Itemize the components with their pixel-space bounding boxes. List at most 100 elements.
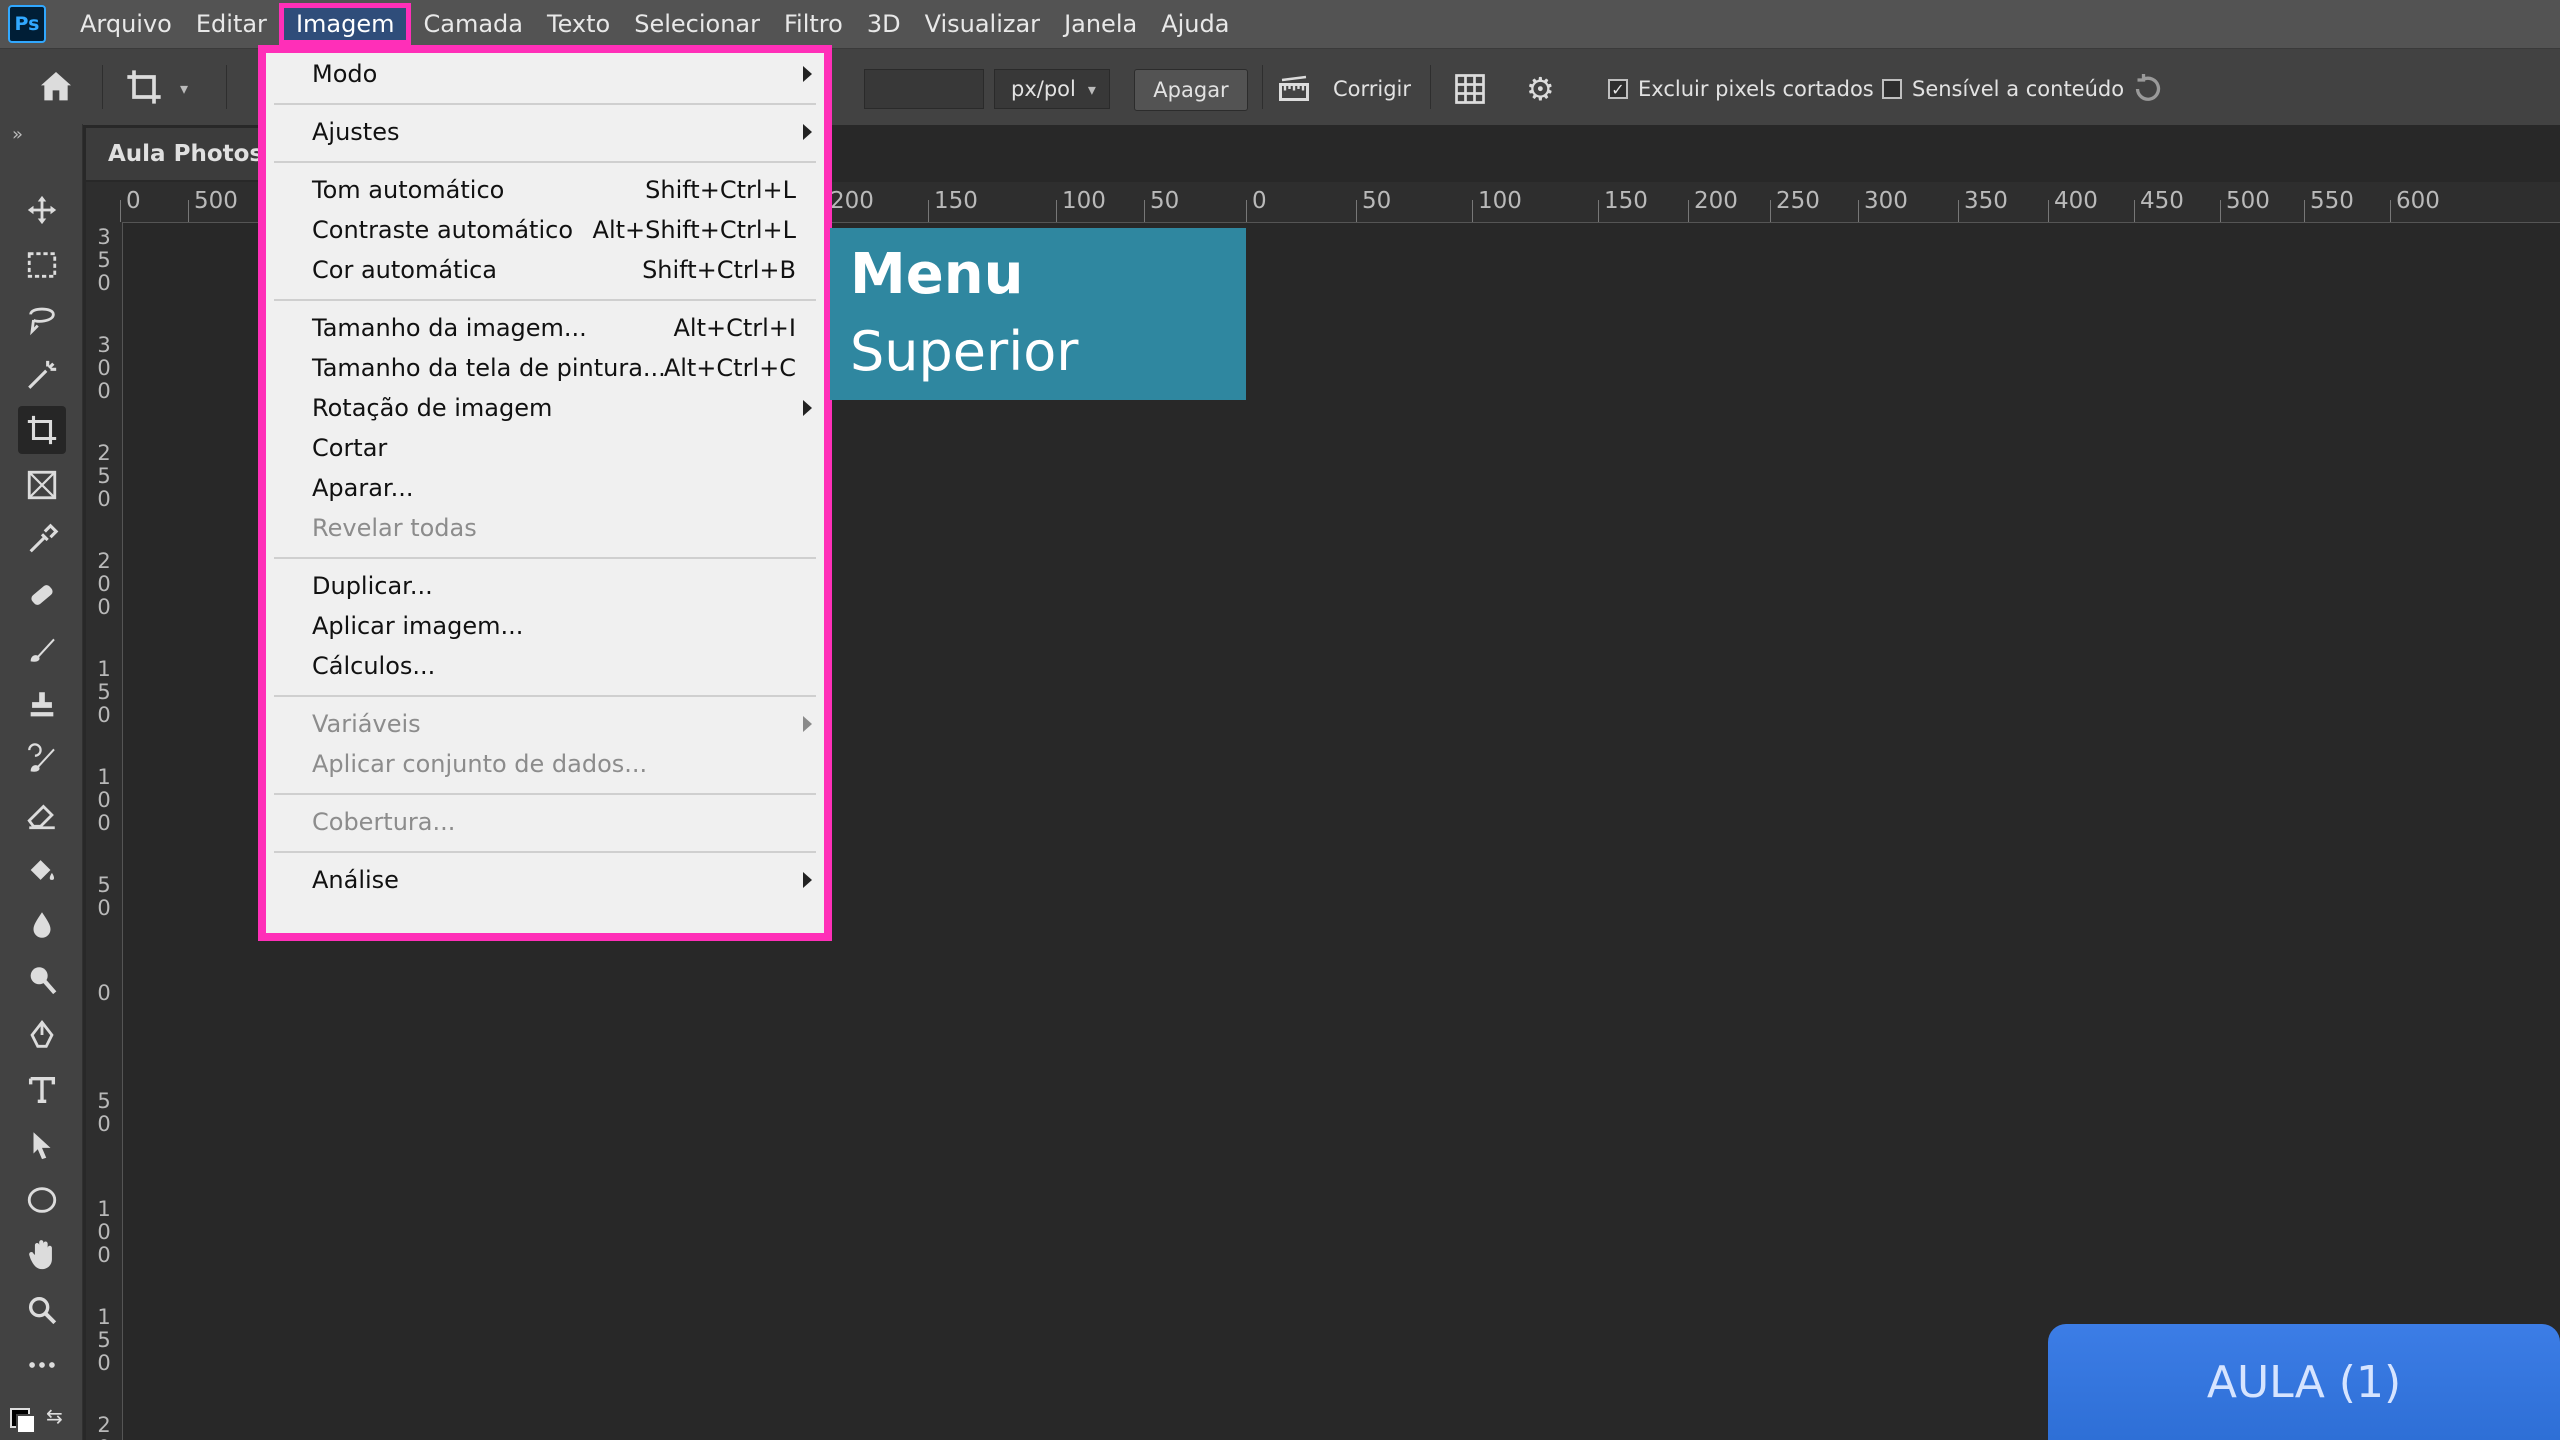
hand-icon[interactable] bbox=[18, 1231, 66, 1279]
history-brush-icon[interactable] bbox=[18, 736, 66, 784]
menu-item[interactable]: Cortar bbox=[266, 429, 824, 467]
menu-item[interactable]: Análise bbox=[266, 861, 824, 899]
move-icon[interactable] bbox=[18, 186, 66, 234]
crop-icon[interactable] bbox=[18, 406, 66, 454]
menu-item[interactable]: Ajustes bbox=[266, 113, 824, 151]
menu-item[interactable]: Cor automática Shift+Ctrl+B bbox=[266, 251, 824, 289]
menu-item[interactable]: Aplicar imagem... bbox=[266, 607, 824, 645]
ruler-label: 400 bbox=[2054, 188, 2098, 214]
clear-button[interactable]: Apagar bbox=[1134, 69, 1248, 111]
menu-arquivo[interactable]: Arquivo bbox=[68, 3, 184, 45]
background-color-swatch[interactable] bbox=[16, 1414, 36, 1434]
menu-item-shortcut: Alt+Shift+Ctrl+L bbox=[592, 216, 796, 244]
content-aware-checkbox[interactable]: Sensível a conteúdo bbox=[1882, 69, 2124, 109]
ruler-label: 1 0 0 bbox=[97, 765, 111, 835]
menu-item-label: Aparar... bbox=[312, 474, 414, 502]
pen-icon[interactable] bbox=[18, 1011, 66, 1059]
menu-visualizar[interactable]: Visualizar bbox=[913, 3, 1053, 45]
path-selection-icon[interactable] bbox=[18, 1121, 66, 1169]
submenu-arrow-icon bbox=[803, 400, 812, 416]
ruler-tick bbox=[1770, 200, 1771, 222]
menu-separator bbox=[274, 161, 816, 163]
menu-item-label: Cobertura... bbox=[312, 808, 456, 836]
menu-ajuda[interactable]: Ajuda bbox=[1149, 3, 1241, 45]
swap-colors-icon[interactable]: ⇆ bbox=[46, 1404, 63, 1428]
eraser-icon[interactable] bbox=[18, 791, 66, 839]
menu-item[interactable]: Tamanho da tela de pintura... Alt+Ctrl+C bbox=[266, 349, 824, 387]
menu-item[interactable]: Tamanho da imagem... Alt+Ctrl+I bbox=[266, 309, 824, 347]
menu-items: Arquivo Editar Imagem Camada Texto Selecionar… bbox=[68, 3, 1241, 45]
zoom-icon[interactable] bbox=[18, 1286, 66, 1334]
photoshop-logo[interactable]: Ps bbox=[8, 5, 46, 43]
ruler-tick bbox=[2390, 200, 2391, 222]
type-icon[interactable] bbox=[18, 1066, 66, 1114]
delete-cropped-pixels-checkbox[interactable]: ✓ Excluir pixels cortados bbox=[1608, 69, 1874, 109]
ruler-label: 1 5 0 bbox=[97, 657, 111, 727]
menu-3d[interactable]: 3D bbox=[855, 3, 913, 45]
menu-item-shortcut: Shift+Ctrl+L bbox=[645, 176, 796, 204]
menu-item[interactable]: Duplicar... bbox=[266, 567, 824, 605]
home-icon[interactable] bbox=[36, 67, 80, 107]
menu-item[interactable]: Modo bbox=[266, 55, 824, 93]
eyedropper-icon[interactable] bbox=[18, 516, 66, 564]
ellipse-icon[interactable] bbox=[18, 1176, 66, 1224]
menu-camada[interactable]: Camada bbox=[411, 3, 535, 45]
menu-item[interactable]: Contraste automático Alt+Shift+Ctrl+L bbox=[266, 211, 824, 249]
marquee-icon[interactable] bbox=[18, 241, 66, 289]
straighten-icon[interactable] bbox=[1276, 71, 1316, 107]
chevron-down-icon: ▾ bbox=[1087, 79, 1096, 99]
lesson-badge: AULA (1) bbox=[2048, 1324, 2560, 1440]
menu-item[interactable]: Tom automático Shift+Ctrl+L bbox=[266, 171, 824, 209]
dodge-icon[interactable] bbox=[18, 956, 66, 1004]
menu-item-label: Tamanho da tela de pintura... bbox=[312, 354, 666, 382]
healing-brush-icon[interactable] bbox=[18, 571, 66, 619]
ruler-label: 2 5 0 bbox=[97, 441, 111, 511]
menu-filtro[interactable]: Filtro bbox=[772, 3, 855, 45]
menu-item[interactable]: Rotação de imagem bbox=[266, 389, 824, 427]
gear-icon[interactable]: ⚙ bbox=[1526, 71, 1566, 107]
ruler-label: 0 bbox=[97, 981, 111, 1005]
ruler-label: 450 bbox=[2140, 188, 2184, 214]
ruler-label: 0 bbox=[1252, 188, 1267, 214]
menu-item-label: Cor automática bbox=[312, 256, 498, 284]
ruler-label: 50 bbox=[1362, 188, 1392, 214]
unit-select[interactable]: px/pol ▾ bbox=[994, 69, 1110, 109]
menu-separator bbox=[274, 793, 816, 795]
menu-item-label: Variáveis bbox=[312, 710, 421, 738]
submenu-arrow-icon bbox=[803, 716, 812, 732]
ruler-tick bbox=[1958, 200, 1959, 222]
chevron-down-icon[interactable]: ▾ bbox=[180, 79, 188, 98]
crop-preset-icon[interactable] bbox=[124, 67, 172, 107]
blur-icon[interactable] bbox=[18, 901, 66, 949]
document-tab[interactable]: Aula Photoshop bbox=[86, 128, 266, 180]
frame-icon[interactable] bbox=[18, 461, 66, 509]
menu-item-label: Aplicar imagem... bbox=[312, 612, 524, 640]
collapse-panel-icon[interactable]: » bbox=[12, 124, 23, 145]
callout-subtitle: Superior bbox=[850, 320, 1079, 383]
menu-item-label: Tom automático bbox=[312, 176, 505, 204]
menu-editar[interactable]: Editar bbox=[184, 3, 279, 45]
magic-wand-icon[interactable] bbox=[18, 351, 66, 399]
color-swatches[interactable]: ⇆ bbox=[10, 1404, 70, 1434]
clone-stamp-icon[interactable] bbox=[18, 681, 66, 729]
paint-bucket-icon[interactable] bbox=[18, 846, 66, 894]
menu-separator bbox=[274, 851, 816, 853]
ruler-label: 100 bbox=[1478, 188, 1522, 214]
lasso-icon[interactable] bbox=[18, 296, 66, 344]
menu-item[interactable]: Aparar... bbox=[266, 469, 824, 507]
menu-item-shortcut: Alt+Ctrl+I bbox=[673, 314, 797, 342]
reset-icon[interactable] bbox=[2130, 71, 2170, 107]
menu-item[interactable]: Cálculos... bbox=[266, 647, 824, 685]
resolution-field[interactable] bbox=[864, 69, 984, 109]
ruler-tick bbox=[1356, 200, 1357, 222]
grid-overlay-icon[interactable] bbox=[1452, 71, 1492, 107]
menu-janela[interactable]: Janela bbox=[1052, 3, 1149, 45]
straighten-button[interactable]: Corrigir bbox=[1330, 69, 1414, 109]
menu-selecionar[interactable]: Selecionar bbox=[622, 3, 772, 45]
ruler-label: 50 bbox=[1150, 188, 1180, 214]
brush-icon[interactable] bbox=[18, 626, 66, 674]
more-tools-icon[interactable] bbox=[18, 1341, 66, 1389]
menu-imagem[interactable]: Imagem bbox=[278, 3, 412, 45]
menu-texto[interactable]: Texto bbox=[535, 3, 622, 45]
menu-item-label: Análise bbox=[312, 866, 399, 894]
